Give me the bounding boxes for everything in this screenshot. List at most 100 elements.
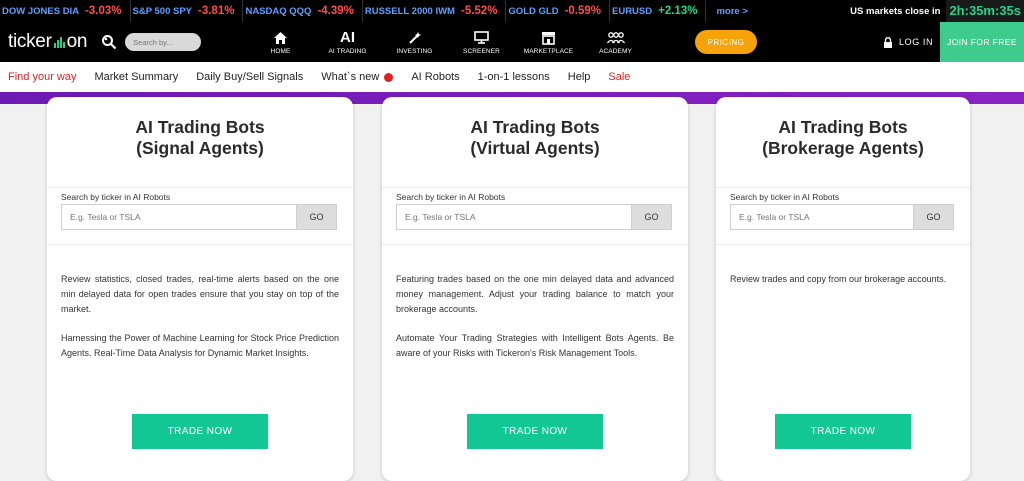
nav-label: SCREENER <box>463 48 500 55</box>
card-description: Review trades and copy from our brokerag… <box>716 245 970 287</box>
pricing-button[interactable]: PRICING <box>695 30 757 54</box>
ticker-name: NASDAQ QQQ <box>245 5 312 17</box>
nav-label: ACADEMY <box>599 48 632 55</box>
nav-label: MARKETPLACE <box>523 48 574 55</box>
subnav-whats-new[interactable]: What`s new <box>321 71 394 83</box>
logo-bars-icon <box>53 36 65 48</box>
nav-home[interactable]: HOME <box>247 22 314 62</box>
lock-icon <box>883 36 893 48</box>
ticker-value: -3.03% <box>85 5 122 17</box>
new-indicator-dot <box>384 72 394 82</box>
card-search-label: Search by ticker in AI Robots <box>730 192 840 202</box>
store-icon <box>541 29 556 46</box>
trade-now-button[interactable]: TRADE NOW <box>775 414 911 449</box>
go-button[interactable]: GO <box>297 204 337 230</box>
nav-label: HOME <box>270 48 291 55</box>
ticker-name: RUSSELL 2000 IWM <box>364 5 455 17</box>
ticker-name: GOLD GLD <box>508 5 559 17</box>
card-paragraph: Review statistics, closed trades, real-t… <box>61 274 339 314</box>
ticker-more-link[interactable]: more > <box>706 6 757 17</box>
nav-ai-trading[interactable]: AI AI TRADING <box>314 22 381 62</box>
tickeron-logo[interactable]: ticker on <box>8 31 87 53</box>
card-search-label: Search by ticker in AI Robots <box>61 192 171 202</box>
main-nav: HOME AI AI TRADING INVESTING SCREENER MA… <box>247 22 649 62</box>
card-paragraph: Featuring trades based on the one min de… <box>396 274 674 314</box>
subnav-daily-signals[interactable]: Daily Buy/Sell Signals <box>196 71 303 83</box>
card-title-line1: AI Trading Bots <box>135 117 265 137</box>
card-title-line1: AI Trading Bots <box>778 117 908 137</box>
ticker-search-input[interactable] <box>61 204 297 230</box>
card-paragraph: Automate Your Trading Strategies with In… <box>396 333 674 358</box>
users-icon <box>606 29 626 46</box>
search-icon[interactable] <box>101 34 117 50</box>
card-title-line2: (Signal Agents) <box>136 138 264 158</box>
subnav-find-your-way[interactable]: Find your way <box>8 71 76 83</box>
go-button[interactable]: GO <box>914 204 954 230</box>
wand-icon <box>408 29 422 46</box>
card-title-line2: (Brokerage Agents) <box>762 138 924 158</box>
card-search-section: Search by ticker in AI Robots GO <box>716 187 970 245</box>
join-for-free-button[interactable]: JOIN FOR FREE <box>940 22 1024 62</box>
card-description: Featuring trades based on the one min de… <box>382 245 688 361</box>
ticker-name: S&P 500 SPY <box>132 5 193 17</box>
subnav-help[interactable]: Help <box>568 71 591 83</box>
card-description: Review statistics, closed trades, real-t… <box>47 245 353 361</box>
nav-label: INVESTING <box>396 48 433 55</box>
ticker-value: -5.52% <box>460 5 498 17</box>
ticker-search-input[interactable] <box>396 204 632 230</box>
subnav-market-summary[interactable]: Market Summary <box>94 71 178 83</box>
market-ticker-bar: DOW JONES DIA -3.03% S&P 500 SPY -3.81% NA… <box>0 0 1024 22</box>
ai-icon: AI <box>340 29 355 46</box>
ticker-search-input[interactable] <box>730 204 914 230</box>
secondary-nav: Find your way Market Summary Daily Buy/S… <box>0 62 1024 92</box>
trade-now-button[interactable]: TRADE NOW <box>467 414 603 449</box>
subnav-lessons[interactable]: 1-on-1 lessons <box>478 71 550 83</box>
nav-marketplace[interactable]: MARKETPLACE <box>515 22 582 62</box>
monitor-icon <box>474 29 489 46</box>
card-title: AI Trading Bots (Brokerage Agents) <box>716 97 970 187</box>
card-paragraph: Review trades and copy from our brokerag… <box>730 274 947 284</box>
nav-screener[interactable]: SCREENER <box>448 22 515 62</box>
ticker-value: +2.13% <box>658 5 698 17</box>
market-close-timer: 2h:35m:35s <box>946 0 1024 22</box>
ticker-value: -4.39% <box>317 5 354 17</box>
trade-now-button[interactable]: TRADE NOW <box>132 414 268 449</box>
go-button[interactable]: GO <box>632 204 672 230</box>
ticker-name: EURUSD <box>612 5 653 17</box>
nav-investing[interactable]: INVESTING <box>381 22 448 62</box>
card-search-label: Search by ticker in AI Robots <box>396 192 506 202</box>
virtual-agents-card: AI Trading Bots (Virtual Agents) Search … <box>382 97 688 481</box>
card-search-section: Search by ticker in AI Robots GO <box>382 187 688 245</box>
card-title-line1: AI Trading Bots <box>470 117 600 137</box>
ticker-value: -3.81% <box>198 5 235 17</box>
subnav-label: What`s new <box>321 71 380 83</box>
card-search-section: Search by ticker in AI Robots GO <box>47 187 353 245</box>
ticker-gold[interactable]: GOLD GLD -0.59% <box>506 0 610 22</box>
subnav-sale[interactable]: Sale <box>608 71 630 83</box>
market-close-label: US markets close in <box>850 5 941 17</box>
ticker-sp500[interactable]: S&P 500 SPY -3.81% <box>131 0 244 22</box>
card-title: AI Trading Bots (Virtual Agents) <box>382 97 688 187</box>
home-icon <box>273 29 288 46</box>
logo-text-left: ticker <box>8 31 52 52</box>
card-title: AI Trading Bots (Signal Agents) <box>47 97 353 187</box>
ticker-value: -0.59% <box>564 5 601 17</box>
logo-text-right: on <box>66 31 88 52</box>
login-link[interactable]: LOG IN <box>883 22 933 62</box>
main-header: ticker on HOME AI AI TRADING INVESTING S… <box>0 22 1024 62</box>
signal-agents-card: AI Trading Bots (Signal Agents) Search b… <box>47 97 353 481</box>
card-paragraph: Harnessing the Power of Machine Learning… <box>61 333 339 358</box>
market-close-countdown: US markets close in 2h:35m:35s <box>850 0 1024 22</box>
ticker-russell[interactable]: RUSSELL 2000 IWM -5.52% <box>363 0 507 22</box>
ticker-nasdaq[interactable]: NASDAQ QQQ -4.39% <box>243 0 363 22</box>
ticker-eurusd[interactable]: EURUSD +2.13% <box>610 0 707 22</box>
header-search-input[interactable] <box>125 33 202 51</box>
brokerage-agents-card: AI Trading Bots (Brokerage Agents) Searc… <box>716 97 970 481</box>
card-title-line2: (Virtual Agents) <box>470 138 600 158</box>
nav-academy[interactable]: ACADEMY <box>582 22 649 62</box>
nav-label: AI TRADING <box>328 48 367 55</box>
ai-icon-text: AI <box>340 29 355 46</box>
ticker-dow[interactable]: DOW JONES DIA -3.03% <box>0 0 131 22</box>
ticker-name: DOW JONES DIA <box>2 5 80 17</box>
subnav-ai-robots[interactable]: AI Robots <box>411 71 459 83</box>
